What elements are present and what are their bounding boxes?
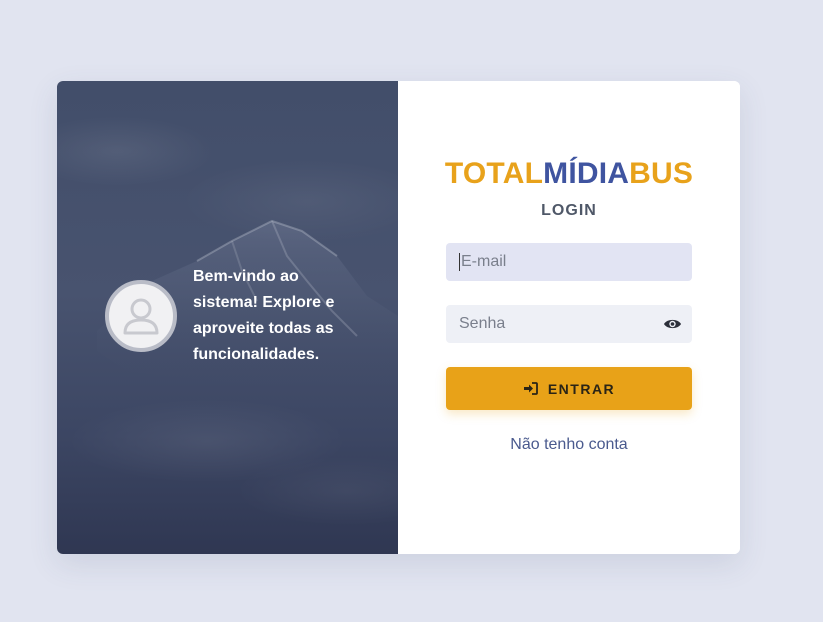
text-caret — [459, 253, 460, 271]
sign-in-icon — [523, 382, 538, 395]
welcome-text: Bem-vindo ao sistema! Explore e aproveit… — [193, 268, 335, 363]
signup-link[interactable]: Não tenho conta — [398, 436, 740, 454]
password-placeholder: Senha — [459, 315, 506, 332]
user-icon — [123, 298, 159, 335]
eye-icon[interactable] — [663, 316, 682, 332]
login-button[interactable]: ENTRAR — [446, 367, 692, 410]
login-button-label: ENTRAR — [547, 380, 616, 397]
login-title: LOGIN — [541, 202, 597, 219]
email-field[interactable]: E-mail — [446, 243, 692, 281]
password-field[interactable]: Senha — [446, 305, 692, 343]
brand-logo: TOTALMÍDIABUS — [398, 157, 740, 191]
brand-part-total: TOTAL — [444, 157, 544, 190]
welcome-block: Bem-vindo ao sistema! Explore e aproveit… — [105, 264, 353, 368]
brand-part-midia: MÍDIA — [543, 157, 630, 190]
brand-part-bus: BUS — [629, 157, 694, 190]
hero-panel: Bem-vindo ao sistema! Explore e aproveit… — [57, 81, 398, 554]
email-placeholder: E-mail — [461, 253, 507, 270]
avatar — [105, 280, 177, 352]
login-card: Bem-vindo ao sistema! Explore e aproveit… — [57, 81, 740, 554]
login-form: TOTALMÍDIABUS LOGIN E-mail Senha ENTRAR … — [398, 81, 740, 554]
